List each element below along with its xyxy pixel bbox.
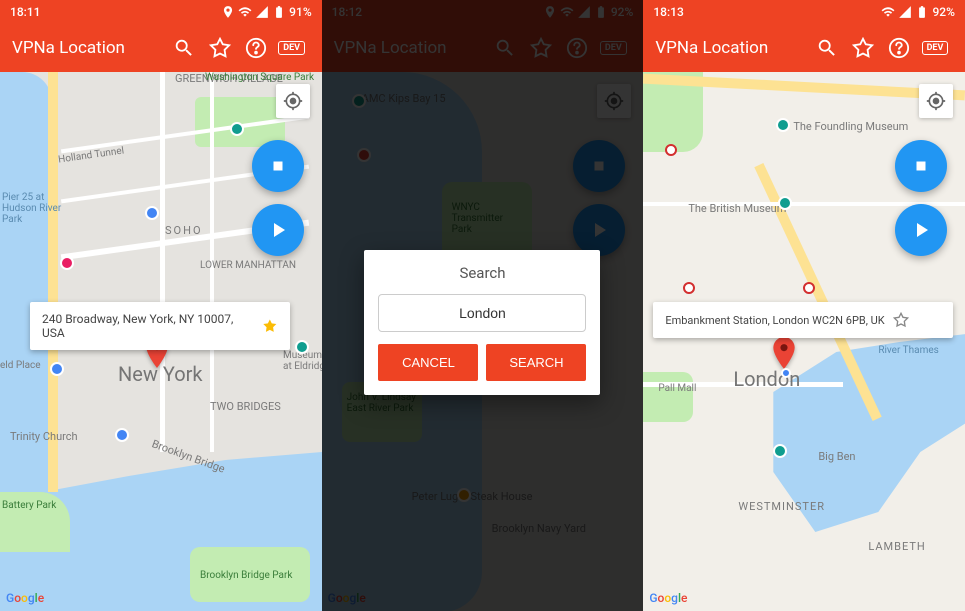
label-lowermh: LOWER MANHATTAN bbox=[200, 260, 296, 271]
info-window[interactable]: 240 Broadway, New York, NY 10007, USA bbox=[30, 302, 290, 350]
search-input[interactable] bbox=[378, 294, 586, 332]
wifi-icon bbox=[238, 5, 252, 19]
stop-fab[interactable] bbox=[252, 140, 304, 192]
poi-icon bbox=[60, 256, 74, 270]
play-fab[interactable] bbox=[252, 204, 304, 256]
status-icons: 91% bbox=[221, 5, 311, 19]
favorite-button[interactable] bbox=[845, 30, 881, 66]
search-button[interactable] bbox=[809, 30, 845, 66]
poi-icon bbox=[230, 122, 244, 136]
screen-newyork: 18:11 91% VPNa Location DEV GREENWI bbox=[0, 0, 322, 611]
label-british: The British Museum bbox=[688, 202, 786, 215]
label-field: eld Place bbox=[0, 360, 41, 371]
dev-badge: DEV bbox=[917, 30, 953, 66]
cancel-button[interactable]: CANCEL bbox=[378, 344, 478, 381]
star-filled-icon[interactable] bbox=[262, 318, 278, 334]
dialog-title: Search bbox=[378, 264, 586, 282]
help-button[interactable] bbox=[881, 30, 917, 66]
info-window[interactable]: Embankment Station, London WC2N 6PB, UK bbox=[653, 302, 953, 338]
dev-badge: DEV bbox=[274, 30, 310, 66]
tube-icon bbox=[665, 144, 677, 156]
search-button[interactable]: SEARCH bbox=[486, 344, 586, 381]
info-address: 240 Broadway, New York, NY 10007, USA bbox=[42, 312, 254, 340]
play-fab[interactable] bbox=[895, 204, 947, 256]
info-address: Embankment Station, London WC2N 6PB, UK bbox=[665, 314, 884, 327]
search-button[interactable] bbox=[166, 30, 202, 66]
poi-icon bbox=[295, 340, 309, 354]
status-bar: 18:13 92% bbox=[643, 0, 965, 24]
label-soho: SOHO bbox=[165, 224, 203, 237]
search-dialog: Search CANCEL SEARCH bbox=[364, 250, 600, 395]
google-logo: Google bbox=[649, 591, 687, 605]
map[interactable]: GREENWICH VILLAGE Washington Square Park… bbox=[0, 72, 322, 611]
poi-icon bbox=[776, 118, 790, 132]
label-bkbp: Brooklyn Bridge Park bbox=[200, 570, 292, 581]
signal-icon bbox=[898, 5, 912, 19]
wifi-icon bbox=[881, 5, 895, 19]
label-pallmall: Pall Mall bbox=[658, 383, 696, 394]
status-time: 18:11 bbox=[10, 5, 40, 19]
label-trinity: Trinity Church bbox=[10, 430, 78, 443]
my-location-button[interactable] bbox=[919, 84, 953, 118]
star-outline-icon[interactable] bbox=[893, 312, 909, 328]
help-button[interactable] bbox=[238, 30, 274, 66]
tube-icon bbox=[683, 282, 695, 294]
app-title: VPNa Location bbox=[12, 38, 166, 58]
poi-icon bbox=[115, 428, 129, 442]
location-pin-icon[interactable] bbox=[773, 337, 795, 369]
poi-icon bbox=[50, 362, 64, 376]
status-icons: 92% bbox=[881, 5, 954, 19]
label-wsp: Washington Square Park bbox=[205, 72, 314, 83]
status-battery: 91% bbox=[289, 5, 311, 19]
status-bar: 18:11 91% bbox=[0, 0, 322, 24]
status-time: 18:13 bbox=[653, 5, 683, 19]
label-pier25: Pier 25 at Hudson River Park bbox=[2, 192, 62, 225]
screen-search-dialog: 18:12 92% VPNa Location DEV AMC Kips Bay… bbox=[322, 0, 644, 611]
stop-fab[interactable] bbox=[895, 140, 947, 192]
label-bigben: Big Ben bbox=[818, 450, 855, 463]
screen-london: 18:13 92% VPNa Location DEV The Foundlin… bbox=[643, 0, 965, 611]
label-battery: Battery Park bbox=[2, 500, 56, 511]
app-title: VPNa Location bbox=[655, 38, 809, 58]
favorite-button[interactable] bbox=[202, 30, 238, 66]
poi-icon bbox=[778, 196, 792, 210]
battery-icon bbox=[272, 5, 286, 19]
label-foundling: The Foundling Museum bbox=[793, 120, 908, 133]
label-thames: River Thames bbox=[878, 345, 939, 356]
my-location-button[interactable] bbox=[276, 84, 310, 118]
app-bar: VPNa Location DEV bbox=[643, 24, 965, 72]
google-logo: Google bbox=[6, 591, 44, 605]
app-bar: VPNa Location DEV bbox=[0, 24, 322, 72]
map[interactable]: The Foundling Museum The British Museum … bbox=[643, 72, 965, 611]
location-icon bbox=[221, 5, 235, 19]
battery-icon bbox=[915, 5, 929, 19]
label-twobridges: TWO BRIDGES bbox=[210, 400, 281, 413]
label-westminster: WESTMINSTER bbox=[738, 500, 825, 513]
status-battery: 92% bbox=[932, 5, 954, 19]
poi-icon bbox=[145, 206, 159, 220]
label-lambeth: LAMBETH bbox=[868, 540, 925, 553]
signal-icon bbox=[255, 5, 269, 19]
